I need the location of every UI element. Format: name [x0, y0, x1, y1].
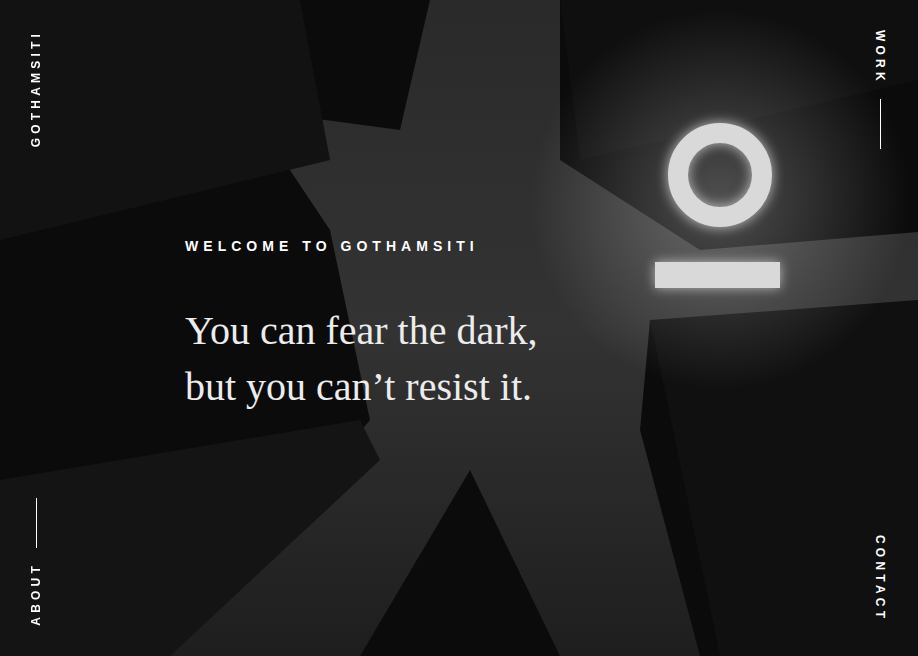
logo-mark-icon [655, 133, 780, 288]
layout: GOTHAMSITI ABOUT WELCOME TO GOTHAMSITI You … [0, 0, 918, 656]
work-link[interactable]: WORK [874, 30, 886, 85]
hero: WELCOME TO GOTHAMSITI You can fear the da… [72, 0, 842, 656]
page: GOTHAMSITI ABOUT WELCOME TO GOTHAMSITI You … [0, 0, 918, 656]
brand-logo[interactable]: GOTHAMSITI [30, 30, 42, 147]
about-link[interactable]: ABOUT [30, 562, 42, 626]
work-rule [880, 99, 881, 149]
hero-eyebrow: WELCOME TO GOTHAMSITI [185, 236, 842, 257]
contact-link[interactable]: CONTACT [874, 535, 886, 622]
hero-headline: You can fear the dark,but you can’t resi… [185, 303, 842, 415]
about-rule [36, 498, 37, 548]
left-sidebar: GOTHAMSITI ABOUT [0, 0, 72, 656]
right-sidebar: WORK CONTACT [842, 0, 918, 656]
